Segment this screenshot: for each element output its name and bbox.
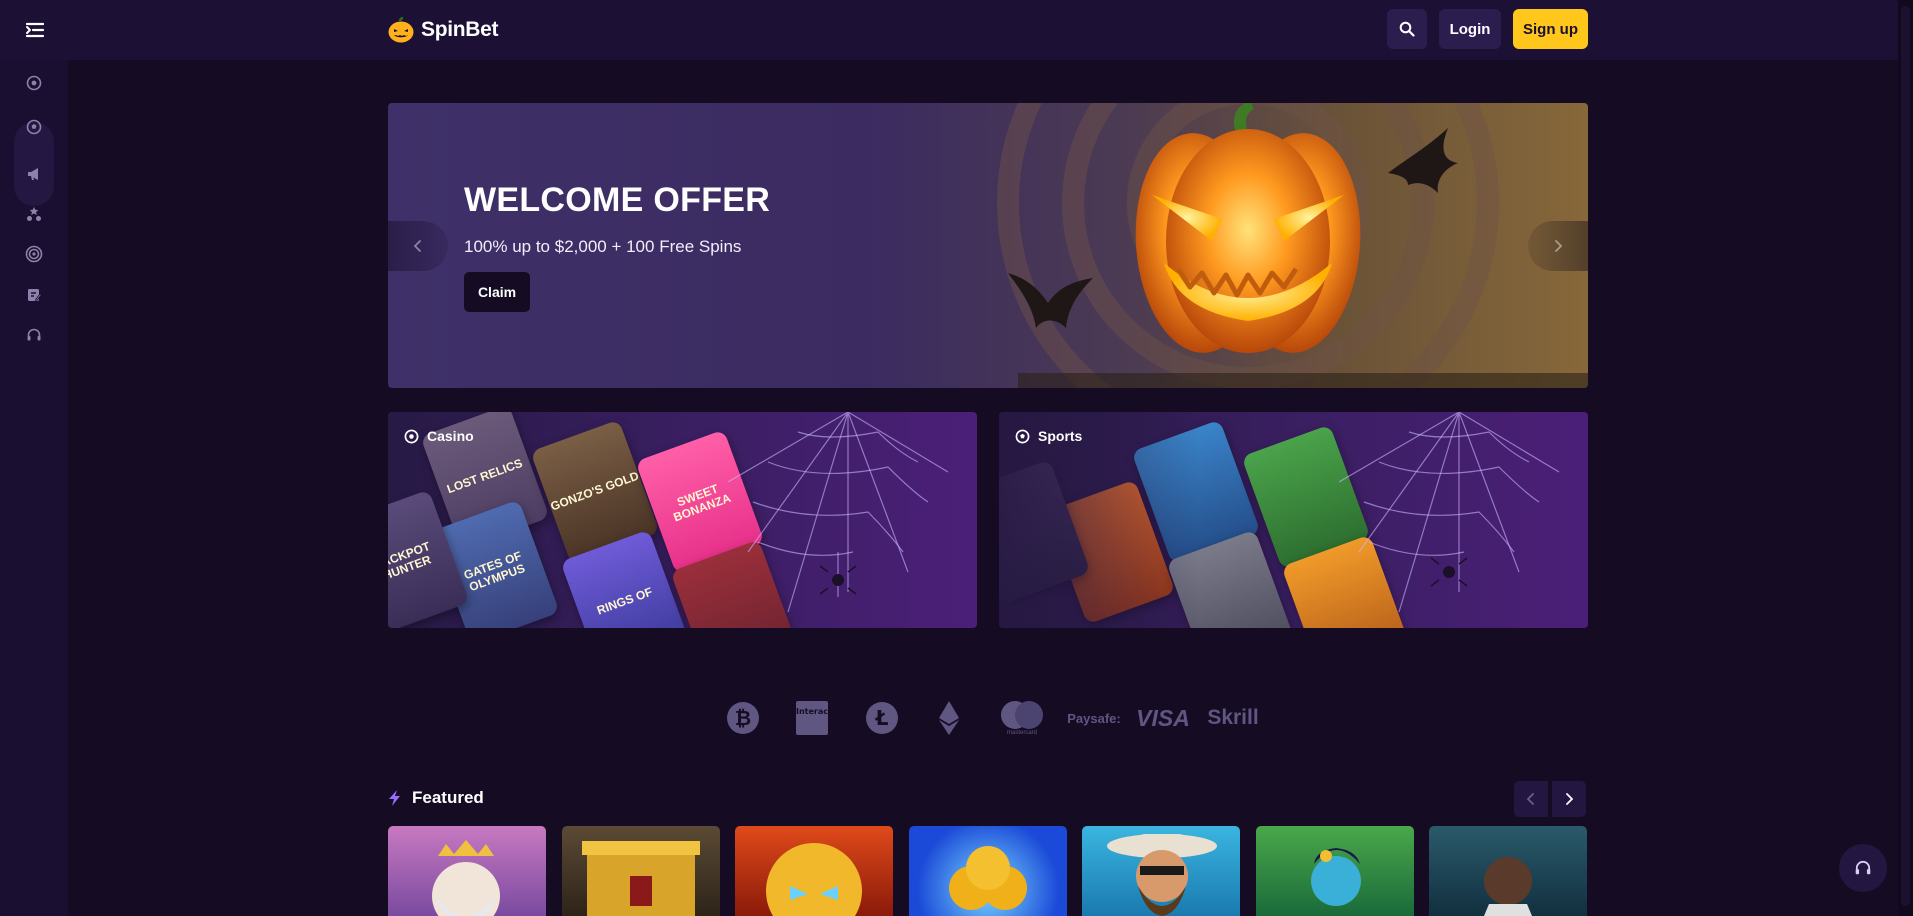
hero-artwork (997, 103, 1588, 388)
svg-text:Ł: Ł (875, 706, 889, 730)
fade-overlay (999, 412, 1199, 628)
signup-button[interactable]: Sign up (1513, 9, 1588, 49)
chevron-right-icon (1566, 793, 1573, 805)
sports-category-card[interactable]: Sports (999, 412, 1588, 628)
visa-logo: VISA (1136, 704, 1190, 731)
sidebar-item-support[interactable] (21, 322, 47, 348)
sports-card-label: Sports (1015, 428, 1082, 444)
brand-logo[interactable]: SpinBet (387, 14, 499, 46)
target-icon (25, 245, 43, 263)
game-tile-title: JACKPOT HUNTER (388, 538, 433, 583)
search-icon (1399, 21, 1415, 37)
featured-game-card[interactable] (388, 826, 546, 916)
search-button[interactable] (1387, 9, 1427, 49)
page-scrollbar[interactable] (1898, 0, 1913, 916)
hero-banner[interactable]: WELCOME OFFER 100% up to $2,000 + 100 Fr… (388, 103, 1588, 388)
cobweb-image (1339, 412, 1560, 613)
soccer-ball-icon (26, 119, 42, 135)
ethereum-icon (936, 694, 962, 742)
login-button[interactable]: Login (1439, 9, 1501, 49)
chevron-right-icon (1555, 240, 1563, 252)
svg-text:Interac: Interac (796, 707, 828, 716)
chevron-left-icon (413, 240, 421, 252)
support-chat-button[interactable] (1839, 844, 1887, 892)
stars-icon (27, 207, 41, 221)
sidebar-rail (0, 60, 68, 916)
claim-button[interactable]: Claim (464, 272, 530, 312)
chip-icon (404, 429, 419, 443)
sidebar-item-promotions[interactable] (21, 161, 47, 187)
chip-icon (26, 75, 42, 91)
bitcoin-icon: ₿ (725, 694, 761, 742)
casino-card-title: Casino (427, 428, 474, 444)
hero-prev-button[interactable] (388, 221, 448, 271)
sidebar-item-loyalty[interactable] (21, 201, 47, 227)
edit-icon (28, 289, 42, 301)
mastercard-icon: mastercard (998, 694, 1046, 742)
game-tile-title: RINGS OF (595, 584, 655, 618)
chevron-left-icon (1527, 793, 1534, 805)
cobweb-image (728, 412, 949, 613)
megaphone-icon (28, 168, 38, 180)
featured-game-card[interactable] (1082, 826, 1240, 916)
game-tile-title: LOST RELICS (445, 456, 525, 497)
interac-icon: Interac (794, 694, 830, 742)
featured-game-card[interactable] (1429, 826, 1587, 916)
featured-next-button[interactable] (1552, 781, 1586, 817)
soccer-ball-icon (1015, 429, 1030, 443)
sidebar-item-tournaments[interactable] (21, 241, 47, 267)
casino-category-card[interactable]: Casino LOST RELICS GONZO'S GOLD SWEET BO… (388, 412, 977, 628)
lightning-icon (389, 790, 400, 806)
sports-card-title: Sports (1038, 428, 1083, 444)
headset-icon (1855, 860, 1871, 875)
mastercard-label: mastercard (1006, 730, 1037, 736)
hero-title: WELCOME OFFER (464, 181, 771, 219)
menu-toggle-icon[interactable] (22, 17, 48, 43)
sidebar-item-sports[interactable] (21, 114, 47, 140)
hero-next-button[interactable] (1528, 221, 1588, 271)
sidebar-item-blog[interactable] (21, 282, 47, 308)
featured-prev-button[interactable] (1514, 781, 1548, 817)
pumpkin-logo-icon (388, 16, 414, 43)
hero-subtitle: 100% up to $2,000 + 100 Free Spins (464, 237, 742, 256)
featured-game-card[interactable] (735, 826, 893, 916)
brand-name: SpinBet (421, 18, 499, 41)
top-bar: SpinBet Login Sign up (0, 0, 1913, 60)
paysafe-logo: Paysafe: (1067, 710, 1121, 726)
featured-game-card[interactable] (1256, 826, 1414, 916)
game-tile-title: GONZO'S GOLD (548, 468, 641, 514)
scrollbar-thumb[interactable] (1901, 6, 1910, 906)
featured-title: Featured (412, 788, 484, 807)
litecoin-icon: Ł (864, 694, 900, 742)
sidebar-item-casino[interactable] (21, 70, 47, 96)
featured-game-card[interactable] (909, 826, 1067, 916)
headset-icon (27, 328, 41, 341)
svg-text:₿: ₿ (735, 706, 751, 730)
featured-game-card[interactable] (562, 826, 720, 916)
featured-heading: Featured (388, 788, 484, 808)
skrill-logo: Skrill (1207, 706, 1259, 729)
casino-card-label: Casino (404, 428, 474, 444)
